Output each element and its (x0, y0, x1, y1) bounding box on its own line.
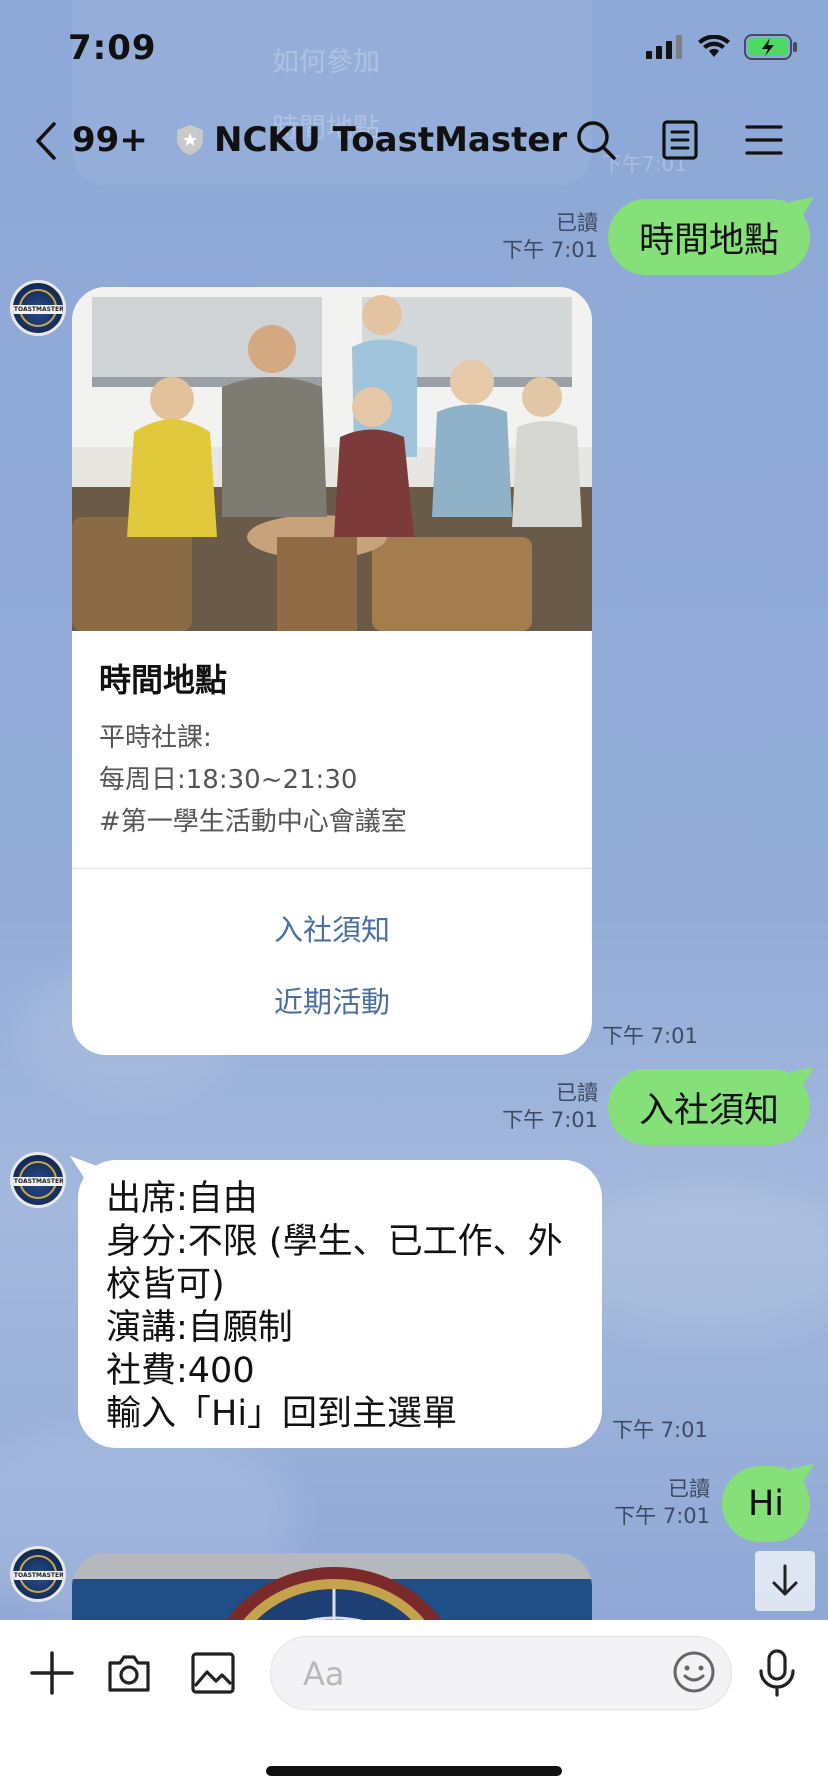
image-button[interactable] (186, 1646, 240, 1700)
card-button-membership-info[interactable]: 入社須知 (72, 907, 592, 949)
card-button-recent-events[interactable]: 近期活動 (72, 979, 592, 1021)
received-message[interactable]: 出席:自由 身分:不限 (學生、已工作、外 校皆可) 演講:自願制 社費:400… (78, 1160, 602, 1448)
microphone-icon (759, 1649, 795, 1697)
message-line: 校皆可) (106, 1265, 225, 1305)
menu-icon (745, 125, 783, 155)
search-button[interactable] (574, 118, 618, 162)
emoji-icon (673, 1651, 715, 1693)
card-photo (72, 287, 592, 631)
bot-avatar[interactable]: TOASTMASTERS (10, 1546, 66, 1602)
search-icon (577, 121, 616, 160)
chat-title[interactable]: NCKU ToastMaster (214, 120, 567, 160)
card-divider (72, 868, 592, 869)
message-line: 社費:400 (106, 1351, 255, 1391)
emoji-button[interactable] (671, 1649, 717, 1699)
message-line: 演講:自願制 (106, 1308, 293, 1348)
info-card: 時間地點 平時社課: 每周日:18:30~21:30 #第一學生活動中心會議室 … (72, 287, 592, 1055)
card-line-3: #第一學生活動中心會議室 (99, 807, 407, 837)
arrow-down-icon (772, 1564, 798, 1596)
status-time: 7:09 (68, 28, 157, 68)
bot-avatar[interactable]: TOASTMASTERS (10, 280, 66, 336)
menu-button[interactable] (742, 118, 786, 162)
battery-charging-icon (744, 34, 797, 60)
plus-icon (30, 1651, 74, 1695)
message-line: 身分:不限 (學生、已工作、外 (106, 1222, 563, 1262)
card-line-2: 每周日:18:30~21:30 (99, 765, 358, 795)
ghost-text-1: 如何參加 (272, 47, 380, 78)
card-time: 下午 7:01 (602, 1024, 698, 1048)
home-indicator (266, 1766, 562, 1776)
shield-icon (176, 124, 204, 160)
wifi-icon (698, 35, 730, 57)
read-receipt-1: 已讀 下午 7:01 (502, 211, 598, 262)
bot-avatar[interactable]: TOASTMASTERS (10, 1152, 66, 1208)
card-line-1: 平時社課: (99, 723, 212, 753)
back-button[interactable] (34, 122, 58, 164)
received-time: 下午 7:01 (612, 1418, 708, 1442)
chat-header: 99+ NCKU ToastMaster (0, 110, 828, 170)
microphone-button[interactable] (750, 1646, 804, 1700)
message-line: 輸入「Hi」回到主選單 (106, 1394, 458, 1434)
message-line: 出席:自由 (106, 1179, 258, 1219)
unread-count[interactable]: 99+ (72, 120, 148, 160)
signal-icon (646, 35, 682, 59)
read-receipt-2: 已讀 下午 7:01 (502, 1081, 598, 1132)
scroll-to-bottom-button[interactable] (755, 1551, 815, 1611)
image-icon (191, 1652, 235, 1694)
sent-message-2[interactable]: 入社須知 (608, 1069, 810, 1145)
card-title: 時間地點 (99, 661, 228, 699)
input-placeholder: Aa (303, 1655, 345, 1693)
sent-message-3[interactable]: Hi (722, 1466, 810, 1542)
back-chevron-icon (36, 122, 56, 160)
status-icons (646, 34, 798, 60)
notes-icon (662, 120, 698, 160)
read-receipt-3: 已讀 下午 7:01 (614, 1477, 710, 1528)
camera-button[interactable] (102, 1646, 156, 1700)
plus-button[interactable] (25, 1646, 79, 1700)
camera-icon (108, 1655, 150, 1692)
notes-button[interactable] (658, 118, 702, 162)
sent-message-1[interactable]: 時間地點 (608, 199, 810, 275)
message-input[interactable]: Aa (270, 1636, 732, 1710)
